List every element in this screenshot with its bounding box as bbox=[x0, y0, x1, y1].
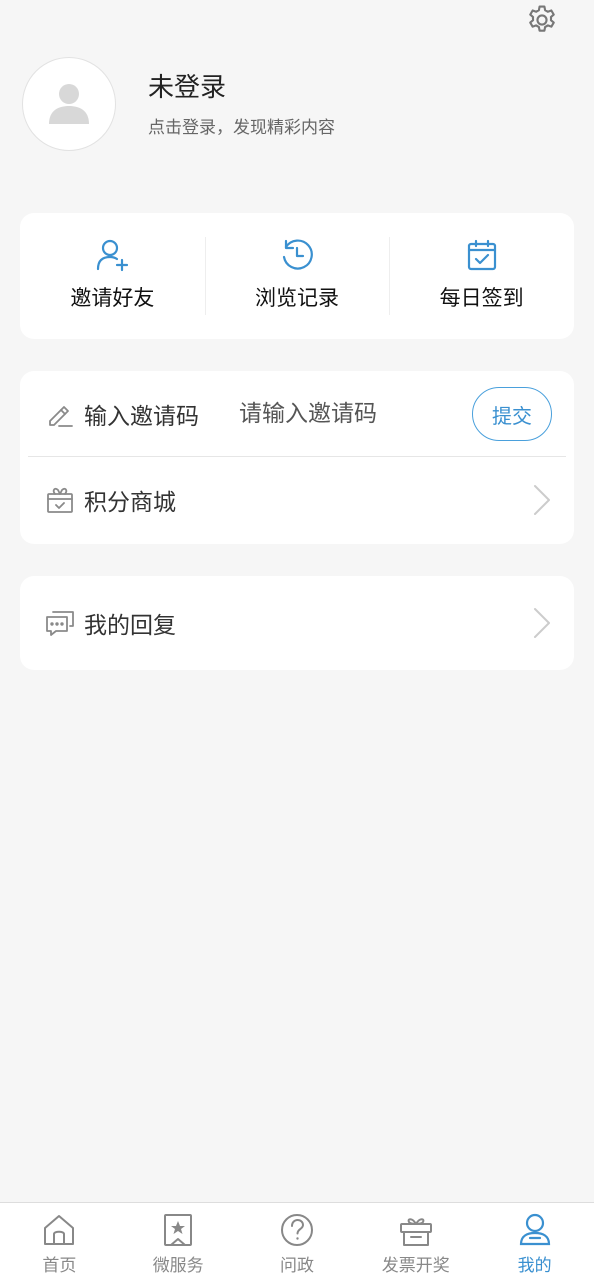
user-placeholder-icon bbox=[47, 80, 91, 128]
tab-home-label: 首页 bbox=[42, 1256, 77, 1276]
tab-invoice-lottery-label: 发票开奖 bbox=[381, 1256, 450, 1276]
tab-home[interactable]: 首页 bbox=[0, 1203, 119, 1280]
points-mall-row[interactable]: 积分商城 bbox=[20, 457, 574, 543]
gift-icon bbox=[398, 1211, 434, 1249]
my-replies-row[interactable]: 我的回复 bbox=[20, 576, 574, 670]
home-icon bbox=[41, 1211, 77, 1249]
chat-bubbles-icon bbox=[44, 607, 76, 639]
history-icon bbox=[280, 238, 314, 276]
pencil-icon bbox=[44, 398, 76, 430]
daily-checkin-button[interactable]: 每日签到 bbox=[389, 233, 574, 319]
daily-checkin-label: 每日签到 bbox=[439, 286, 524, 310]
tab-invoice-lottery[interactable]: 发票开奖 bbox=[356, 1203, 475, 1280]
browse-history-button[interactable]: 浏览记录 bbox=[204, 233, 390, 319]
tab-mine[interactable]: 我的 bbox=[475, 1203, 594, 1280]
tab-inquiry[interactable]: 问政 bbox=[238, 1203, 357, 1280]
gift-box-icon bbox=[44, 484, 76, 516]
profile-subtitle: 点击登录，发现精彩内容 bbox=[148, 117, 335, 138]
invite-code-input[interactable] bbox=[239, 401, 429, 427]
invite-code-label: 输入邀请码 bbox=[84, 404, 199, 430]
add-user-icon bbox=[95, 238, 129, 276]
bottom-tab-bar: 首页 微服务 问政 发票开奖 我的 bbox=[0, 1202, 594, 1280]
points-mall-label: 积分商城 bbox=[84, 490, 176, 516]
browse-history-label: 浏览记录 bbox=[255, 286, 339, 310]
tab-inquiry-label: 问政 bbox=[279, 1256, 314, 1276]
profile-login-area[interactable]: 未登录 点击登录，发现精彩内容 bbox=[22, 56, 572, 152]
tab-micro-service[interactable]: 微服务 bbox=[119, 1203, 238, 1280]
avatar bbox=[22, 57, 116, 151]
question-icon bbox=[279, 1211, 315, 1249]
my-replies-label: 我的回复 bbox=[84, 613, 176, 639]
person-icon bbox=[517, 1211, 553, 1249]
tab-micro-service-label: 微服务 bbox=[152, 1256, 204, 1276]
invite-mall-card: 输入邀请码 提交 积分商城 bbox=[20, 371, 574, 544]
invite-friends-button[interactable]: 邀请好友 bbox=[20, 233, 205, 319]
calendar-check-icon bbox=[465, 238, 499, 276]
gear-icon bbox=[525, 3, 559, 41]
replies-card: 我的回复 bbox=[20, 576, 574, 670]
bookmark-star-icon bbox=[160, 1211, 196, 1249]
invite-friends-label: 邀请好友 bbox=[70, 286, 155, 310]
submit-button[interactable]: 提交 bbox=[472, 387, 552, 441]
chevron-right-icon bbox=[532, 483, 552, 517]
invite-code-row: 输入邀请码 提交 bbox=[20, 371, 574, 457]
profile-name: 未登录 bbox=[148, 72, 227, 103]
settings-button[interactable] bbox=[524, 4, 560, 40]
quick-actions-card: 邀请好友 浏览记录 每日签到 bbox=[20, 213, 574, 339]
tab-mine-label: 我的 bbox=[517, 1256, 552, 1276]
chevron-right-icon bbox=[532, 606, 552, 640]
